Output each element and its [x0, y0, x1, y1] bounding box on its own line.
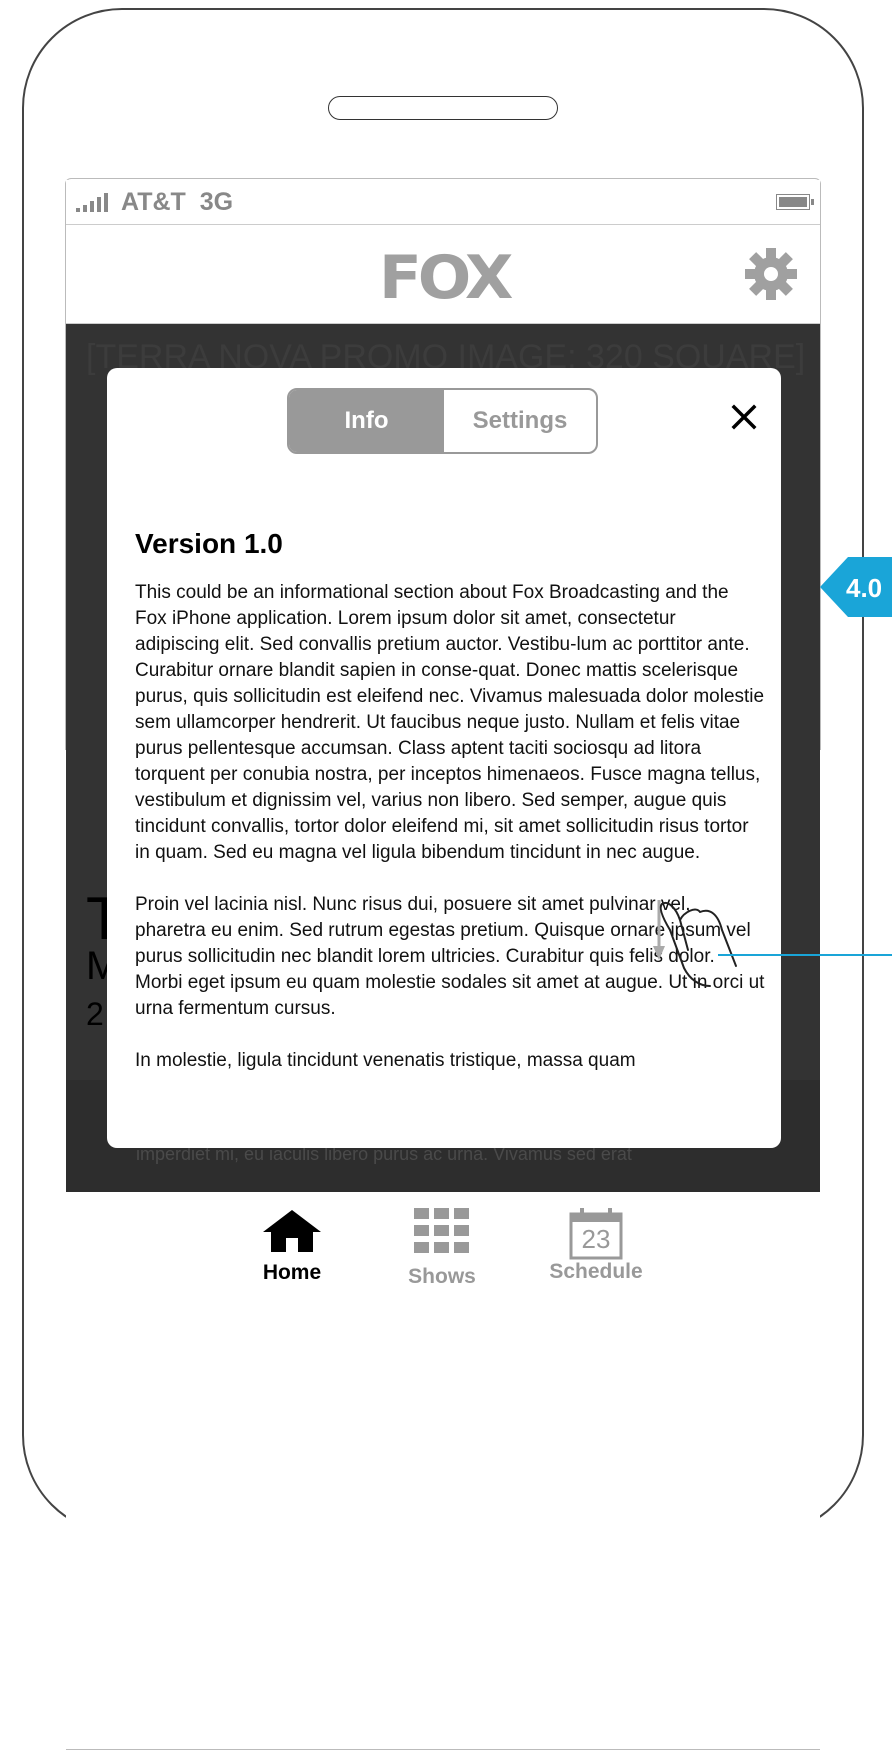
close-icon[interactable]: [729, 402, 759, 432]
tab-settings[interactable]: Settings: [444, 390, 596, 452]
info-paragraph: This could be an informational section a…: [135, 582, 765, 863]
home-icon: [263, 1210, 321, 1252]
tab-home-label: Home: [262, 1261, 322, 1284]
fox-logo: FOX: [378, 243, 514, 313]
nav-bar: FOX: [66, 224, 820, 324]
battery-icon: [776, 194, 814, 210]
grid-icon: [414, 1208, 469, 1253]
carrier-label: AT&T 3G: [121, 188, 234, 216]
tab-schedule-label: Schedule: [549, 1260, 643, 1283]
tab-home[interactable]: Home: [254, 1208, 330, 1285]
tab-bar-items: Home Shows 23 Schedule: [66, 1192, 820, 1748]
calendar-date: 23: [581, 1224, 611, 1254]
status-bar: AT&T 3G: [66, 180, 820, 224]
tab-shows-label: Shows: [408, 1265, 476, 1288]
annotation-callout: 4.0: [820, 555, 892, 619]
segmented-control: Info Settings: [287, 388, 598, 454]
info-body: This could be an informational section a…: [135, 580, 765, 1100]
gear-icon[interactable]: [744, 247, 798, 301]
signal-icon: [76, 190, 108, 212]
tab-schedule[interactable]: 23 Schedule: [536, 1208, 656, 1284]
annotation-label: 4.0: [846, 573, 883, 603]
info-paragraph: In molestie, ligula tincidunt venenatis …: [135, 1050, 636, 1071]
calendar-icon: 23: [568, 1208, 624, 1260]
tab-shows[interactable]: Shows: [404, 1208, 480, 1289]
phone-speaker: [328, 96, 558, 120]
tab-info[interactable]: Info: [289, 390, 444, 452]
info-modal: Info Settings Version 1.0 This could be …: [107, 368, 781, 1148]
annotation-line: [718, 954, 892, 956]
show-date: 2: [86, 996, 104, 1032]
version-heading: Version 1.0: [135, 528, 283, 559]
